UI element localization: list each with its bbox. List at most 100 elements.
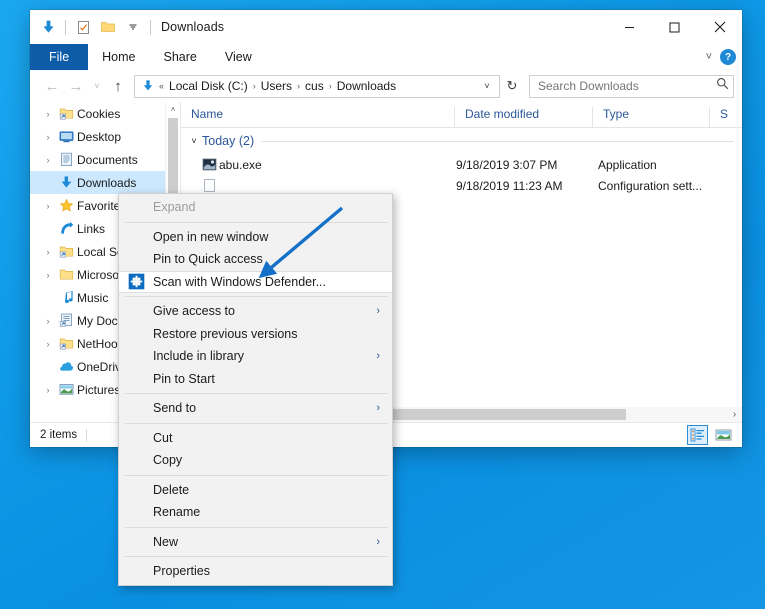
menu-item-pin-to-start[interactable]: Pin to Start	[119, 368, 392, 391]
breadcrumb-cus[interactable]: cus	[302, 79, 327, 93]
breadcrumb-separator-2[interactable]: ›	[295, 81, 302, 91]
hscroll-right-icon[interactable]: ›	[727, 409, 742, 420]
tab-home[interactable]: Home	[88, 44, 149, 70]
address-bar[interactable]: « Local Disk (C:) › Users › cus › Downlo…	[134, 75, 500, 98]
search-box[interactable]: Search Downloads	[529, 75, 734, 98]
pictures-icon	[56, 382, 76, 397]
search-icon[interactable]	[716, 77, 729, 95]
column-header-name[interactable]: Name	[181, 107, 454, 127]
group-header-today[interactable]: ˅ Today (2)	[181, 128, 742, 154]
details-view-button[interactable]	[687, 425, 708, 445]
chevron-right-icon[interactable]: ›	[40, 155, 56, 165]
menu-separator	[125, 423, 388, 424]
recent-locations-button[interactable]: ˅	[88, 74, 106, 98]
menu-item-scan-with-windows-defender[interactable]: Scan with Windows Defender...	[119, 271, 392, 294]
window-title-bar: Downloads	[30, 10, 742, 44]
sidebar-item-documents[interactable]: ›Documents	[30, 148, 180, 171]
customize-qat-icon[interactable]	[122, 16, 144, 38]
menu-item-label: Send to	[153, 401, 196, 415]
chevron-right-icon[interactable]: ›	[40, 385, 56, 395]
column-header-type[interactable]: Type	[592, 107, 709, 127]
menu-item-delete[interactable]: Delete	[119, 479, 392, 502]
menu-item-open-in-new-window[interactable]: Open in new window	[119, 226, 392, 249]
menu-item-give-access-to[interactable]: Give access to›	[119, 300, 392, 323]
menu-separator	[125, 296, 388, 297]
sidebar-item-label: Downloads	[76, 176, 136, 190]
file-name-cell[interactable]: abu.exe	[181, 157, 456, 172]
windows-defender-icon	[127, 273, 145, 291]
tab-view[interactable]: View	[211, 44, 266, 70]
file-name-cell[interactable]	[181, 178, 456, 193]
breadcrumb-separator-3[interactable]: ›	[327, 81, 334, 91]
chevron-right-icon[interactable]: ›	[40, 316, 56, 326]
context-menu[interactable]: Expand Open in new windowPin to Quick acc…	[118, 193, 393, 586]
menu-separator	[125, 393, 388, 394]
address-dropdown-icon[interactable]: ˅	[477, 81, 497, 91]
links-icon	[56, 221, 76, 236]
tab-file[interactable]: File	[30, 44, 88, 70]
large-icons-view-button[interactable]	[713, 425, 734, 445]
menu-item-include-in-library[interactable]: Include in library›	[119, 345, 392, 368]
sidebar-item-desktop[interactable]: ›Desktop	[30, 125, 180, 148]
menu-item-rename[interactable]: Rename	[119, 501, 392, 524]
menu-item-restore-previous-versions[interactable]: Restore previous versions	[119, 323, 392, 346]
submenu-arrow-icon: ›	[376, 305, 380, 317]
menu-item-label: New	[153, 535, 178, 549]
chevron-right-icon[interactable]: ›	[40, 201, 56, 211]
submenu-arrow-icon: ›	[376, 536, 380, 548]
refresh-button[interactable]: ↻	[500, 75, 524, 98]
help-icon[interactable]: ?	[720, 49, 736, 65]
group-label: Today (2)	[202, 134, 261, 148]
sidebar-item-downloads[interactable]: Downloads	[30, 171, 180, 194]
up-button[interactable]: ↑	[106, 74, 130, 98]
breadcrumb-separator-1[interactable]: ›	[251, 81, 258, 91]
search-input[interactable]: Search Downloads	[538, 79, 716, 93]
back-button[interactable]: ←	[40, 74, 64, 98]
properties-icon[interactable]	[72, 16, 94, 38]
maximize-button[interactable]	[652, 10, 697, 44]
forward-button[interactable]: →	[64, 74, 88, 98]
menu-item-properties[interactable]: Properties	[119, 560, 392, 583]
breadcrumb-downloads[interactable]: Downloads	[334, 79, 399, 93]
column-headers: Name ˅ Date modified Type S	[181, 102, 742, 128]
quick-access-toolbar	[30, 16, 154, 38]
chevron-right-icon[interactable]: ›	[40, 247, 56, 257]
downloads-folder-icon[interactable]	[37, 16, 59, 38]
menu-item-label: Copy	[153, 453, 182, 467]
menu-item-pin-to-quick-access[interactable]: Pin to Quick access	[119, 248, 392, 271]
address-downloads-icon	[139, 79, 157, 93]
chevron-down-icon[interactable]: ˅	[706, 51, 712, 63]
chevron-right-icon[interactable]: ›	[40, 109, 56, 119]
minimize-button[interactable]	[607, 10, 652, 44]
breadcrumb-local-disk[interactable]: Local Disk (C:)	[166, 79, 251, 93]
scroll-up-icon[interactable]: ˄	[166, 102, 180, 117]
exe-file-icon	[199, 157, 219, 172]
shortcut-folder-icon	[56, 244, 76, 259]
tab-share[interactable]: Share	[150, 44, 211, 70]
chevron-right-icon[interactable]: ›	[40, 132, 56, 142]
new-folder-icon[interactable]	[97, 16, 119, 38]
menu-item-new[interactable]: New ›	[119, 531, 392, 554]
menu-item-send-to[interactable]: Send to›	[119, 397, 392, 420]
folder-icon	[56, 267, 76, 282]
menu-item-cut[interactable]: Cut	[119, 427, 392, 450]
file-type-cell: Application	[598, 158, 740, 172]
chevron-right-icon[interactable]: ›	[40, 339, 56, 349]
menu-item-label: Restore previous versions	[153, 327, 298, 341]
documents-shortcut-icon	[56, 313, 76, 328]
sidebar-item-label: Pictures	[76, 383, 120, 397]
close-button[interactable]	[697, 10, 742, 44]
column-header-size[interactable]: S	[709, 107, 739, 127]
column-header-date-modified[interactable]: ˅ Date modified	[454, 107, 592, 127]
menu-separator	[125, 475, 388, 476]
menu-item-copy[interactable]: Copy	[119, 449, 392, 472]
file-date-cell: 9/18/2019 3:07 PM	[456, 158, 598, 172]
menu-item-label: Pin to Start	[153, 372, 215, 386]
breadcrumb-users[interactable]: Users	[258, 79, 295, 93]
chevron-right-icon[interactable]: ›	[40, 270, 56, 280]
table-row[interactable]: abu.exe 9/18/2019 3:07 PM Application	[181, 154, 742, 175]
sidebar-item-cookies[interactable]: ›Cookies	[30, 102, 180, 125]
onedrive-cloud-icon	[56, 359, 76, 374]
group-collapse-icon[interactable]: ˅	[186, 136, 202, 146]
menu-item-expand: Expand	[119, 196, 392, 219]
